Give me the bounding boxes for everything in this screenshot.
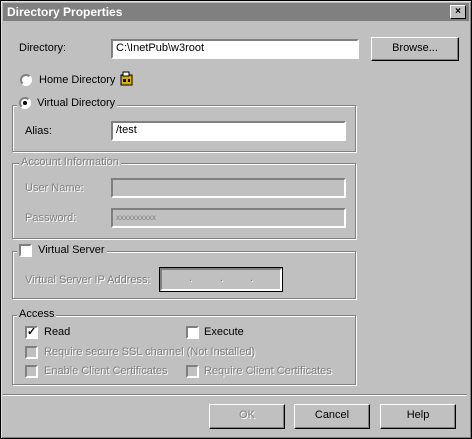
virtual-server-ip-label: Virtual Server IP Address: xyxy=(25,274,151,286)
ip-dot-1: . xyxy=(189,272,193,284)
cancel-button-label: Cancel xyxy=(314,409,350,421)
virtual-directory-legend: Virtual Directory xyxy=(17,97,118,110)
enable-client-certificates-checkbox xyxy=(25,365,38,378)
help-button-label: Help xyxy=(406,409,430,421)
ok-button[interactable]: OK xyxy=(209,404,285,429)
alias-input[interactable]: /test xyxy=(111,121,346,141)
access-legend: Access xyxy=(17,308,57,320)
require-ssl-label: Require secure SSL channel (Not Installe… xyxy=(44,346,256,358)
execute-checkbox[interactable] xyxy=(186,326,199,339)
password-label: Password: xyxy=(25,212,77,224)
home-directory-icon xyxy=(120,71,134,87)
home-directory-label[interactable]: Home Directory xyxy=(39,74,115,86)
directory-label: Directory: xyxy=(19,42,67,54)
directory-properties-dialog: Directory Properties × Directory: C:\Ine… xyxy=(0,0,472,439)
user-name-input xyxy=(111,178,346,198)
execute-label[interactable]: Execute xyxy=(204,326,244,338)
enable-client-certificates-label: Enable Client Certificates xyxy=(44,365,168,377)
directory-input[interactable]: C:\InetPub\w3root xyxy=(111,39,359,59)
close-button[interactable]: × xyxy=(450,5,466,19)
read-label[interactable]: Read xyxy=(44,326,70,338)
read-checkbox[interactable]: ✓ xyxy=(25,326,38,339)
bottom-separator xyxy=(3,394,467,396)
require-client-certificates-checkbox xyxy=(186,365,199,378)
browse-button-label: Browse... xyxy=(392,42,438,54)
title-bar[interactable]: Directory Properties × xyxy=(3,3,469,21)
cancel-button[interactable]: Cancel xyxy=(294,404,370,429)
browse-button[interactable]: Browse... xyxy=(371,37,459,61)
ip-dot-3: . xyxy=(250,272,254,284)
virtual-directory-radio[interactable] xyxy=(19,97,31,110)
account-information-legend: Account Information xyxy=(19,156,121,168)
help-button[interactable]: Help xyxy=(380,404,456,429)
password-input: xxxxxxxxxx xyxy=(111,208,346,228)
virtual-server-legend: Virtual Server xyxy=(17,244,107,257)
virtual-directory-label[interactable]: Virtual Directory xyxy=(37,97,115,109)
virtual-server-label[interactable]: Virtual Server xyxy=(38,244,104,256)
user-name-label: User Name: xyxy=(25,182,84,194)
require-ssl-checkbox xyxy=(25,346,38,359)
radio-selected-dot xyxy=(23,101,27,106)
require-client-certificates-label: Require Client Certificates xyxy=(204,365,332,377)
ip-dot-2: . xyxy=(220,272,224,284)
virtual-server-ip-input: . . . xyxy=(159,267,283,292)
dialog-title: Directory Properties xyxy=(7,5,123,19)
home-directory-radio[interactable] xyxy=(20,74,32,86)
alias-label: Alias: xyxy=(25,125,52,137)
virtual-server-checkbox[interactable] xyxy=(19,244,32,257)
ok-button-label: OK xyxy=(239,409,255,421)
